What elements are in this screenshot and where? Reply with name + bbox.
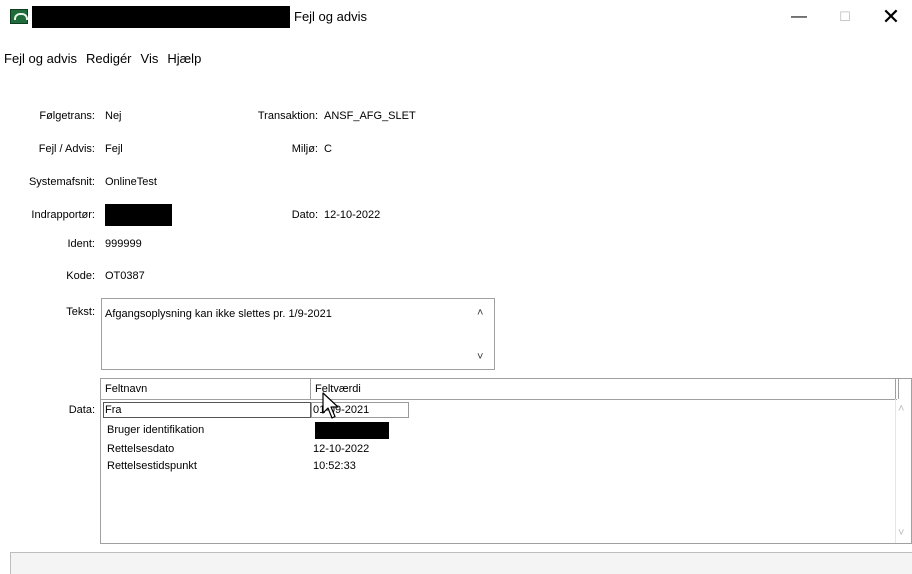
menu-fejl-og-advis[interactable]: Fejl og advis [0, 49, 82, 69]
fejl-advis-label: Fejl / Advis: [38, 143, 95, 155]
kode-value: OT0387 [105, 270, 145, 282]
app-icon [10, 9, 28, 24]
grid-header: Feltnavn Feltværdi [101, 379, 899, 400]
systemafsnit-value: OnlineTest [105, 176, 157, 188]
transaktion-label: Transaktion: [257, 110, 318, 122]
tekst-value: Afgangsoplysning kan ikke slettes pr. 1/… [105, 308, 332, 320]
maximize-button[interactable]: ☐ [822, 0, 868, 34]
redacted-value [315, 422, 389, 439]
menu-vis[interactable]: Vis [137, 49, 164, 69]
status-bar [10, 552, 912, 574]
ident-value: 999999 [105, 238, 142, 250]
systemafsnit-label: Systemafsnit: [28, 176, 95, 188]
indrapportor-label: Indrapportør: [31, 209, 95, 221]
tekst-scrollbar[interactable]: ˄ ˅ [474, 299, 494, 369]
table-row[interactable]: Rettelsesdato 12-10-2022 [101, 441, 897, 457]
grid-scrollbar[interactable]: ˄ ˅ [895, 399, 911, 543]
row-name: Rettelsestidspunkt [107, 460, 197, 472]
folgetrans-label: Følgetrans: [39, 110, 95, 122]
chevron-up-icon[interactable]: ˄ [477, 307, 483, 319]
folgetrans-value: Nej [105, 110, 122, 122]
chevron-down-icon[interactable]: ˅ [477, 351, 483, 363]
ident-label: Ident: [67, 238, 95, 250]
transaktion-value: ANSF_AFG_SLET [324, 110, 416, 122]
table-row[interactable]: Rettelsestidspunkt 10:52:33 [101, 458, 897, 474]
row-value: 10:52:33 [313, 460, 356, 472]
miljo-label: Miljø: [291, 143, 318, 155]
menu-hjaelp[interactable]: Hjælp [163, 49, 206, 69]
column-header-feltnavn[interactable]: Feltnavn [101, 379, 311, 399]
redacted-window-title [32, 6, 290, 28]
minimize-button[interactable]: — [776, 0, 822, 34]
fejl-advis-value: Fejl [105, 143, 123, 155]
dato-value: 12-10-2022 [324, 209, 381, 221]
chevron-down-icon[interactable]: ˅ [898, 527, 904, 539]
dato-label: Dato: [291, 209, 318, 221]
mouse-cursor-icon [322, 392, 339, 419]
kode-label: Kode: [66, 270, 95, 282]
header-corner [895, 379, 911, 399]
tekst-label: Tekst: [66, 306, 95, 318]
table-row[interactable]: Bruger identifikation [101, 422, 897, 439]
menu-rediger[interactable]: Redigér [82, 49, 137, 69]
close-button[interactable]: ✕ [868, 0, 912, 34]
chevron-up-icon[interactable]: ˄ [898, 403, 904, 415]
data-grid: Feltnavn Feltværdi Fra 01-09-2021 Bruger… [100, 378, 912, 544]
data-label: Data: [68, 404, 95, 416]
menu-bar: Fejl og advis Redigér Vis Hjælp [0, 49, 206, 69]
miljo-value: C [324, 143, 332, 155]
redacted-indrapportor [105, 204, 172, 226]
table-row[interactable]: Fra 01-09-2021 [101, 401, 897, 418]
selected-cell[interactable] [103, 402, 311, 418]
row-value: 12-10-2022 [313, 443, 370, 455]
row-name: Rettelsesdato [107, 443, 175, 455]
tekst-textarea[interactable]: Afgangsoplysning kan ikke slettes pr. 1/… [101, 298, 495, 370]
title-bar: Fejl og advis — ☐ ✕ [0, 0, 912, 34]
row-name: Fra [105, 404, 122, 416]
window-title: Fejl og advis [294, 9, 367, 24]
row-name: Bruger identifikation [107, 424, 205, 436]
column-header-feltvaerdi[interactable]: Feltværdi [311, 379, 899, 399]
